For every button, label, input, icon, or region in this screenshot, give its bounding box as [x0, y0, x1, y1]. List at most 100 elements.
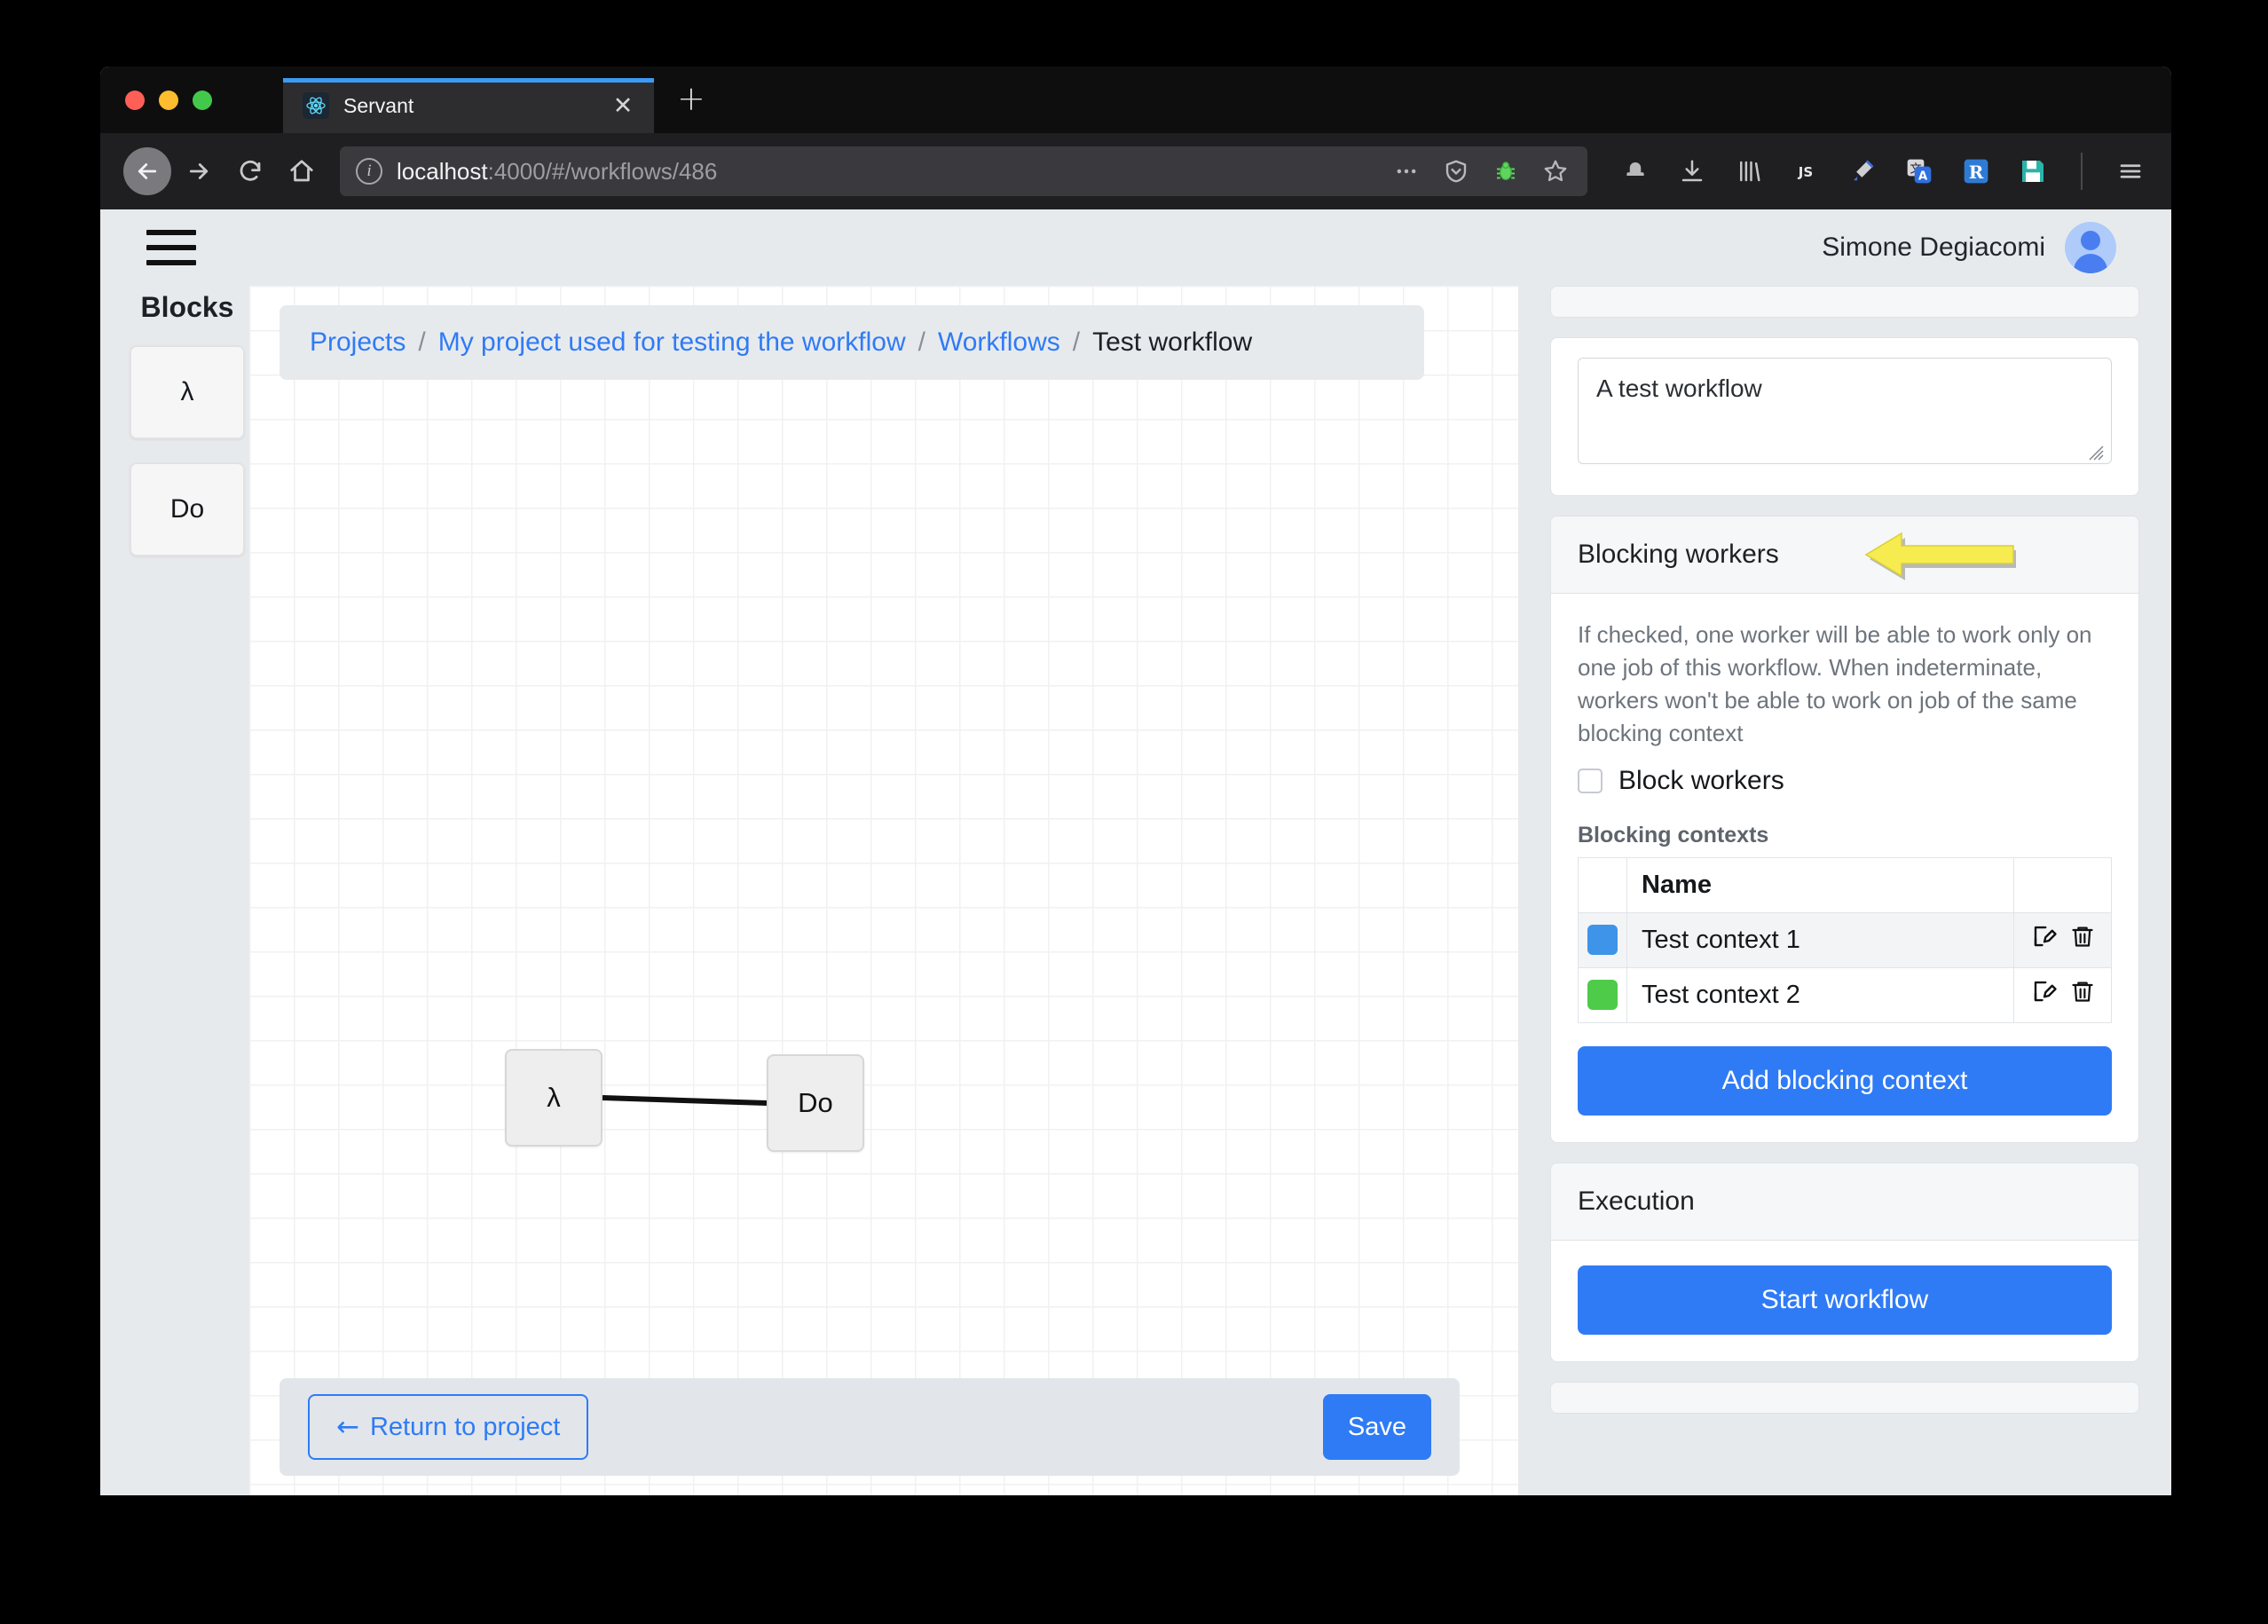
minimize-window-button[interactable] [159, 91, 178, 110]
table-row[interactable]: Test context 1 [1579, 912, 2112, 967]
servant-app: Simone Degiacomi Blocks λ Do Projects / … [100, 209, 2171, 1495]
trash-icon[interactable] [2070, 924, 2095, 956]
home-icon[interactable] [278, 147, 326, 195]
breadcrumb-item-projects[interactable]: Projects [310, 327, 406, 358]
breadcrumb: Projects / My project used for testing t… [280, 305, 1424, 380]
app-body: Blocks λ Do Projects / My project used f… [100, 286, 2171, 1495]
pocket-icon[interactable] [1440, 155, 1472, 187]
toolbar-divider [2081, 153, 2083, 190]
description-textarea[interactable] [1578, 358, 2112, 464]
page-actions-icon[interactable] [1390, 155, 1422, 187]
canvas-action-bar: ← Return to project Save [280, 1378, 1460, 1476]
save-button[interactable]: Save [1323, 1394, 1431, 1460]
workflow-canvas[interactable]: Projects / My project used for testing t… [249, 286, 1518, 1495]
return-to-project-button[interactable]: ← Return to project [308, 1394, 588, 1460]
active-tab-indicator [283, 78, 654, 83]
table-header-row: Name [1579, 857, 2112, 912]
edit-icon[interactable] [2031, 923, 2058, 957]
browser-toolbar-icons: JS 文A R [1605, 153, 2148, 190]
info-icon[interactable]: i [356, 158, 382, 185]
context-actions [2014, 967, 2112, 1022]
block-workers-label: Block workers [1618, 766, 1784, 796]
hamburger-menu-icon[interactable] [146, 230, 196, 265]
context-name: Test context 1 [1627, 912, 2014, 967]
reload-icon[interactable] [226, 147, 274, 195]
header-swatch [1579, 857, 1627, 912]
yellow-left-arrow-annotation [1863, 528, 2016, 581]
close-window-button[interactable] [125, 91, 145, 110]
svg-text:A: A [1918, 169, 1928, 183]
context-name: Test context 2 [1627, 967, 2014, 1022]
browser-navbar: i localhost:4000/#/workflows/486 [100, 133, 2171, 209]
user-name: Simone Degiacomi [1822, 233, 2045, 263]
debug-bug-icon[interactable] [1490, 155, 1522, 187]
blocking-workers-header: Blocking workers [1551, 516, 2138, 594]
context-color-swatch [1587, 980, 1618, 1010]
urlbar-actions [1390, 155, 1571, 187]
canvas-node-lambda[interactable]: λ [505, 1049, 602, 1147]
block-do[interactable]: Do [130, 462, 245, 556]
return-to-project-label: Return to project [370, 1413, 560, 1442]
canvas-node-do[interactable]: Do [767, 1054, 864, 1152]
blocking-contexts-title: Blocking contexts [1578, 823, 2112, 848]
translate-icon[interactable]: 文A [1902, 154, 1937, 189]
header-actions [2014, 857, 2112, 912]
breadcrumb-separator: / [1073, 327, 1080, 358]
block-lambda[interactable]: λ [130, 345, 245, 439]
blocking-workers-help: If checked, one worker will be able to w… [1578, 619, 2112, 750]
blocking-contexts-table: Name Test context 1 [1578, 857, 2112, 1023]
breadcrumb-item-workflows[interactable]: Workflows [938, 327, 1060, 358]
execution-card: Execution Start workflow [1550, 1163, 2139, 1362]
next-card-header [1551, 1383, 2138, 1414]
browser-tab[interactable]: Servant ✕ [283, 78, 654, 133]
downloads-icon[interactable] [1674, 154, 1710, 189]
close-icon[interactable]: ✕ [608, 94, 638, 118]
breadcrumb-item-current: Test workflow [1092, 327, 1252, 358]
hamburger-menu-icon[interactable] [2113, 154, 2148, 189]
url-host: localhost [397, 158, 488, 185]
container-tabs-icon[interactable] [1618, 154, 1653, 189]
scrolled-card-stub [1550, 286, 2139, 318]
block-workers-checkbox[interactable] [1578, 769, 1603, 793]
node-connection-edge [249, 286, 1518, 1495]
react-atom-icon [303, 92, 329, 119]
left-arrow-icon: ← [336, 1411, 359, 1443]
library-icon[interactable] [1731, 154, 1767, 189]
page-title: Blocks [125, 291, 249, 324]
reader-r-icon[interactable]: R [1958, 154, 1994, 189]
description-card [1550, 337, 2139, 496]
context-color-cell [1579, 967, 1627, 1022]
trash-icon[interactable] [2070, 979, 2095, 1011]
url-path: :4000/#/workflows/486 [488, 158, 718, 185]
breadcrumb-item-project[interactable]: My project used for testing the workflow [438, 327, 906, 358]
blocking-workers-card: Blocking workers If checked, one worker … [1550, 516, 2139, 1143]
execution-header: Execution [1551, 1163, 2138, 1241]
url-text: localhost:4000/#/workflows/486 [397, 158, 717, 185]
browser-window: Servant ✕ + i localhost:4000/#/workflows… [100, 67, 2171, 1495]
bookmark-star-icon[interactable] [1540, 155, 1571, 187]
user-menu[interactable]: Simone Degiacomi [1822, 222, 2116, 273]
svg-text:R: R [1969, 162, 1984, 183]
context-color-cell [1579, 912, 1627, 967]
app-header: Simone Degiacomi [100, 209, 2171, 286]
start-workflow-button[interactable]: Start workflow [1578, 1265, 2112, 1335]
user-avatar-icon[interactable] [2065, 222, 2116, 273]
browser-tabstrip: Servant ✕ + [100, 67, 2171, 133]
blocking-workers-title: Blocking workers [1578, 540, 1779, 569]
eyedropper-icon[interactable] [1845, 154, 1880, 189]
forward-arrow-icon[interactable] [175, 147, 223, 195]
maximize-window-button[interactable] [193, 91, 212, 110]
table-row[interactable]: Test context 2 [1579, 967, 2112, 1022]
edit-icon[interactable] [2031, 978, 2058, 1012]
javascript-toggle-icon[interactable]: JS [1788, 154, 1823, 189]
add-blocking-context-button[interactable]: Add blocking context [1578, 1046, 2112, 1116]
save-page-icon[interactable] [2015, 154, 2051, 189]
plus-icon[interactable]: + [677, 82, 705, 115]
context-actions [2014, 912, 2112, 967]
header-name: Name [1627, 857, 2014, 912]
url-bar[interactable]: i localhost:4000/#/workflows/486 [340, 146, 1587, 196]
blocks-palette: Blocks λ Do [100, 286, 249, 1495]
block-workers-checkbox-row[interactable]: Block workers [1578, 766, 2112, 796]
svg-text:JS: JS [1798, 164, 1813, 180]
back-arrow-icon[interactable] [123, 147, 171, 195]
